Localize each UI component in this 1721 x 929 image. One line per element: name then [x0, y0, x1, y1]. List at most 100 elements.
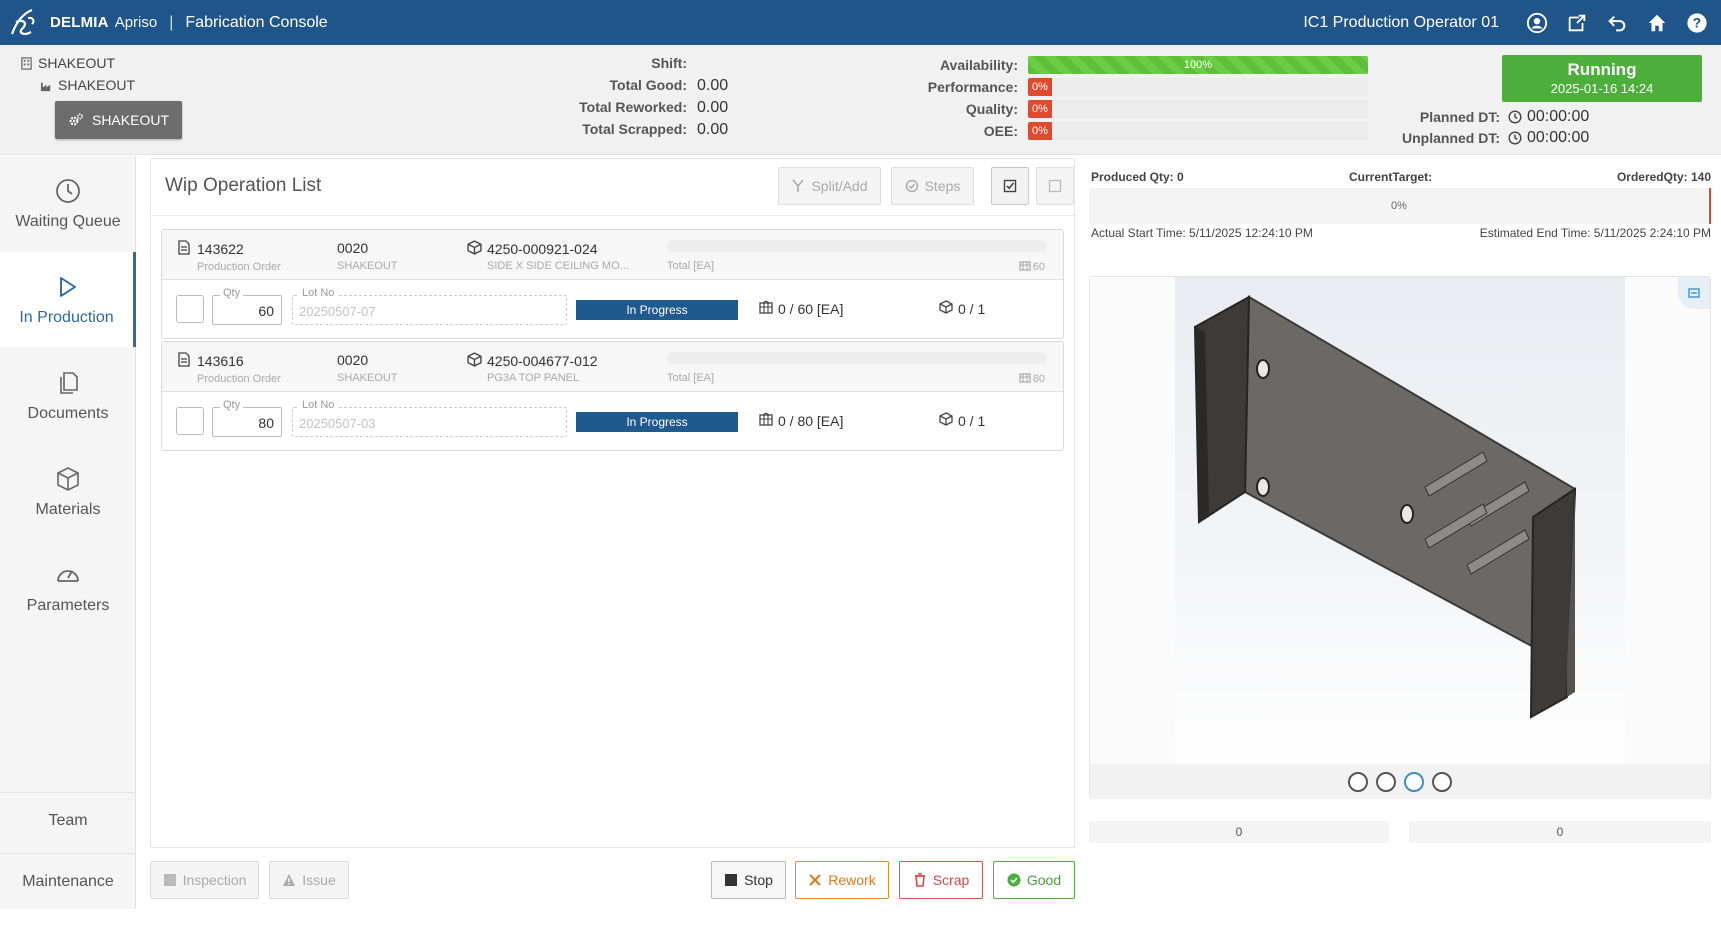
qty-label: Qty [220, 287, 244, 299]
nav-materials[interactable]: Materials [0, 444, 136, 539]
order-sublabel: Production Order [197, 373, 281, 385]
rework-button[interactable]: Rework [795, 861, 889, 899]
select-all-button[interactable] [991, 167, 1029, 205]
nav-materials-label: Materials [35, 500, 101, 518]
stat-value: 0.00 [697, 77, 729, 94]
nav-parameters[interactable]: Parameters [0, 540, 136, 635]
part-description: PG3A TOP PANEL [487, 372, 580, 384]
deselect-all-button[interactable] [1036, 167, 1074, 205]
qty-label: Qty [220, 399, 244, 411]
stat-label: Total Reworked: [579, 99, 687, 115]
pager-dot[interactable] [1404, 771, 1424, 792]
brand-app: Apriso [114, 14, 158, 31]
stat-label: Total Good: [609, 77, 688, 93]
nav-waiting-queue[interactable]: Waiting Queue [0, 156, 136, 251]
inspection-label: Inspection [182, 872, 247, 888]
kpi-bar: 0% [1028, 78, 1368, 96]
order-total-label: Total [EA] [667, 260, 715, 272]
order-total-bar [667, 240, 1047, 252]
steps-count: 0 / 1 [958, 412, 986, 429]
location-site-label: SHAKEOUT [38, 55, 116, 71]
location-area: SHAKEOUT [40, 77, 135, 93]
split-add-label: Split/Add [811, 178, 868, 194]
help-icon[interactable]: ? [1685, 11, 1709, 35]
stat-label: Shift: [651, 55, 687, 71]
footer-counter-right: 0 [1409, 821, 1711, 843]
qty-input[interactable]: 80 [212, 407, 282, 437]
planned-dt-label: Planned DT: [1419, 109, 1500, 125]
kpi-bar: 0% [1028, 100, 1368, 118]
quantity-icon [759, 412, 778, 429]
nav-in-production[interactable]: In Production [0, 252, 136, 347]
order-card[interactable]: 143622 Production Order 0020 SHAKEOUT 42… [161, 229, 1064, 339]
kpi-value: 0% [1032, 125, 1048, 137]
documents-icon [60, 371, 78, 394]
produced-count: 0 / 60 [EA] [778, 300, 844, 317]
svg-text:?: ? [1693, 15, 1701, 30]
steps-count-wrap: 0 / 1 [939, 300, 985, 317]
order-select-checkbox[interactable] [176, 407, 204, 435]
nav-parameters-label: Parameters [26, 596, 110, 614]
issue-button[interactable]: Issue [269, 861, 349, 899]
back-icon[interactable] [1605, 11, 1629, 35]
part-icon [467, 240, 487, 258]
nav-team[interactable]: Team [0, 792, 136, 848]
home-icon[interactable] [1645, 11, 1669, 35]
order-total-qty-wrap: 80 [1019, 371, 1045, 386]
production-order-icon [176, 240, 197, 258]
kpi-label: Quality: [965, 101, 1018, 117]
steps-button[interactable]: Steps [891, 167, 974, 205]
stop-button[interactable]: Stop [711, 861, 786, 899]
export-icon[interactable] [1565, 11, 1589, 35]
nav-team-label: Team [48, 811, 88, 829]
pager-dot[interactable] [1348, 771, 1368, 792]
footer-counter-right-value: 0 [1556, 825, 1564, 839]
lot-number-input[interactable]: 20250507-03 [292, 407, 567, 437]
wip-title: Wip Operation List [165, 175, 322, 196]
pager-dot[interactable] [1376, 771, 1396, 792]
gears-icon [69, 113, 83, 126]
pager-dot[interactable] [1432, 771, 1452, 792]
kpi-value: 0% [1032, 103, 1048, 115]
good-button[interactable]: Good [993, 861, 1075, 899]
scrap-button[interactable]: Scrap [899, 861, 983, 899]
building-icon [21, 56, 32, 70]
qty-input[interactable]: 60 [212, 295, 282, 325]
unplanned-dt: Unplanned DT: 00:00:00 [1360, 129, 1589, 147]
workcenter-button[interactable]: SHAKEOUT [55, 101, 182, 139]
stat-row: Shift: [527, 55, 697, 71]
order-card[interactable]: 143616 Production Order 0020 SHAKEOUT 42… [161, 341, 1064, 451]
kpi-bar: 0% [1028, 122, 1368, 140]
nav-in-production-label: In Production [19, 308, 114, 326]
checkbox-checked-icon [1003, 179, 1017, 193]
factory-icon [40, 82, 51, 91]
part-number-wrap: 4250-000921-024 [467, 240, 598, 258]
nav-maintenance[interactable]: Maintenance [0, 853, 136, 909]
stat-value: 0.00 [697, 99, 729, 116]
viewer-collapse-tab[interactable] [1678, 277, 1710, 309]
split-add-button[interactable]: Split/Add [778, 167, 881, 205]
lot-number-input[interactable]: 20250507-07 [292, 295, 567, 325]
order-total-qty-wrap: 60 [1019, 259, 1045, 274]
part-drawing [1193, 295, 1577, 719]
rework-label: Rework [828, 872, 876, 888]
kpi-label: OEE: [983, 123, 1018, 139]
order-number: 143616 [197, 353, 244, 369]
machine-status: Running 2025-01-16 14:24 [1502, 55, 1702, 102]
nav-documents[interactable]: Documents [0, 348, 136, 443]
inspection-button[interactable]: Inspection [150, 861, 259, 899]
info-bar: SHAKEOUT SHAKEOUT SHAKEOUT Shift: Total … [0, 45, 1721, 155]
order-select-checkbox[interactable] [176, 295, 204, 323]
inspection-icon [163, 874, 176, 886]
status-badge: In Progress [576, 300, 738, 320]
stat-value: 0.00 [697, 121, 729, 138]
location-area-label: SHAKEOUT [58, 77, 136, 93]
produced-count-wrap: 0 / 60 [EA] [759, 300, 843, 317]
order-number: 143622 [197, 241, 244, 257]
produced-qty: Produced Qty: 0 [1091, 170, 1184, 184]
estimated-end-time: Estimated End Time: 5/11/2025 2:24:10 PM [1479, 226, 1711, 240]
produced-count: 0 / 80 [EA] [778, 412, 844, 429]
quantity-icon [1019, 371, 1033, 386]
user-circle-icon[interactable] [1525, 11, 1549, 35]
part-viewer[interactable] [1089, 276, 1711, 799]
